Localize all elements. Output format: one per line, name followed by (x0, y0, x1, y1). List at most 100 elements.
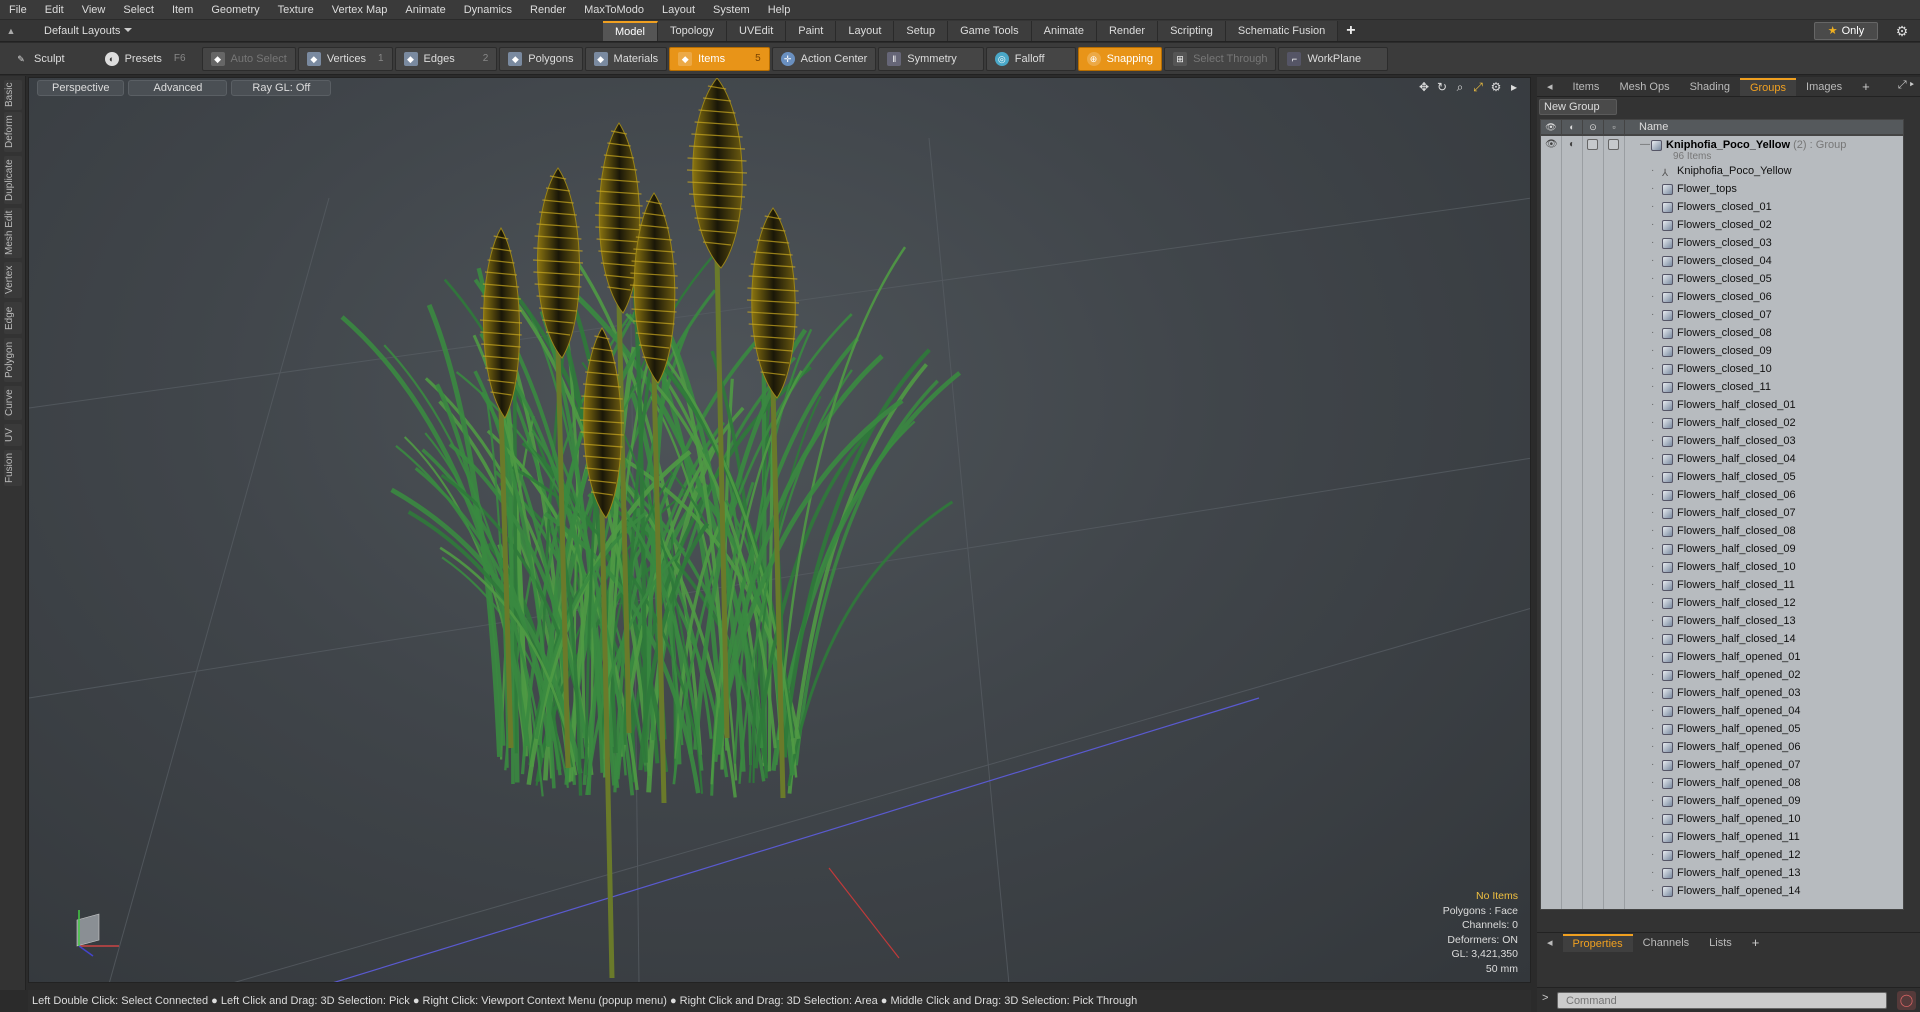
list-item[interactable]: · Flowers_closed_10 (1541, 360, 1903, 378)
menu-item[interactable]: Vertex Map (323, 0, 397, 20)
list-item[interactable]: · Flowers_closed_05 (1541, 270, 1903, 288)
polygons-button[interactable]: ◆ Polygons (499, 46, 583, 71)
group-row[interactable]: 👁 ◐ — Kniphofia_Poco_Yellow (2) : Group … (1541, 136, 1903, 162)
left-tab[interactable]: Fusion (4, 450, 22, 486)
list-item[interactable]: · Flowers_half_closed_01 (1541, 396, 1903, 414)
left-tab[interactable]: UV (4, 424, 22, 446)
list-item[interactable]: · Flowers_half_closed_14 (1541, 630, 1903, 648)
left-tab[interactable]: Mesh Edit (4, 208, 22, 258)
list-item[interactable]: · Flowers_half_opened_11 (1541, 828, 1903, 846)
menu-item[interactable]: File (0, 0, 36, 20)
left-tab[interactable]: Vertex (4, 262, 22, 298)
list-item[interactable]: · Flowers_half_opened_10 (1541, 810, 1903, 828)
locator-row[interactable]: · ⅄ Kniphofia_Poco_Yellow (1541, 162, 1903, 180)
list-item[interactable]: · Flowers_half_closed_13 (1541, 612, 1903, 630)
3d-viewport[interactable]: Perspective Advanced Ray GL: Off ✥ ↻ ⌕ ⤢… (28, 77, 1531, 983)
left-tab[interactable]: Basic (4, 80, 22, 110)
groups-list[interactable]: 👁 ◐ — Kniphofia_Poco_Yellow (2) : Group … (1540, 135, 1904, 910)
list-item[interactable]: · Flowers_half_opened_08 (1541, 774, 1903, 792)
add-tab-icon[interactable]: + (1338, 21, 1363, 41)
list-item[interactable]: · Flowers_half_closed_08 (1541, 522, 1903, 540)
new-group-button[interactable]: New Group (1539, 99, 1617, 115)
list-item[interactable]: · Flowers_half_closed_03 (1541, 432, 1903, 450)
name-column-header[interactable]: Name (1625, 121, 1668, 133)
menu-item[interactable]: Render (521, 0, 575, 20)
rotate-view-icon[interactable]: ↻ (1436, 80, 1448, 95)
mode-tab[interactable]: Setup (894, 21, 949, 41)
mode-tab[interactable]: Paint (786, 21, 837, 41)
list-item[interactable]: · Flowers_closed_02 (1541, 216, 1903, 234)
left-tab[interactable]: Curve (4, 386, 22, 420)
list-item[interactable]: · Flower_tops (1541, 180, 1903, 198)
list-item[interactable]: · Flowers_half_closed_11 (1541, 576, 1903, 594)
fit-view-icon[interactable]: ⤢ (1472, 80, 1484, 95)
mode-tab[interactable]: Topology (657, 21, 728, 41)
list-item[interactable]: · Flowers_half_opened_14 (1541, 882, 1903, 900)
list-item[interactable]: · Flowers_half_opened_07 (1541, 756, 1903, 774)
render-column-icon[interactable]: ◐ (1562, 120, 1583, 134)
menu-item[interactable]: View (73, 0, 115, 20)
menu-item[interactable]: Item (163, 0, 202, 20)
panel-tab[interactable]: Images (1796, 77, 1852, 97)
mode-tab[interactable]: Game Tools (948, 21, 1032, 41)
view-type-button[interactable]: Perspective (37, 80, 125, 96)
auto-select-button[interactable]: ◆ Auto Select (201, 46, 296, 71)
menu-item[interactable]: System (704, 0, 759, 20)
panel-tab[interactable]: Shading (1680, 77, 1740, 97)
render-toggle-icon[interactable]: ◐ (1566, 139, 1578, 151)
panel-collapse-icon[interactable]: ◂ (1537, 77, 1563, 97)
menu-item[interactable]: Dynamics (455, 0, 521, 20)
workplane-button[interactable]: ⌐ WorkPlane (1278, 46, 1389, 71)
list-item[interactable]: · Flowers_half_opened_01 (1541, 648, 1903, 666)
menu-item[interactable]: Texture (269, 0, 323, 20)
left-tab[interactable]: Duplicate (4, 156, 22, 204)
list-item[interactable]: · Flowers_closed_08 (1541, 324, 1903, 342)
mode-tab[interactable]: Render (1096, 21, 1159, 41)
mode-tab[interactable]: Layout (836, 21, 895, 41)
list-item[interactable]: · Flowers_half_closed_06 (1541, 486, 1903, 504)
symmetry-button[interactable]: ‖ Symmetry (878, 46, 984, 71)
gear-icon[interactable]: ⚙ (1892, 21, 1912, 41)
edges-button[interactable]: ◆ Edges 2 (394, 46, 498, 71)
panel-collapse-icon[interactable]: ◂ (1537, 933, 1563, 953)
select-checkbox[interactable] (1608, 139, 1619, 150)
layout-selector[interactable]: ▲ Default Layouts (4, 22, 144, 40)
shading-mode-button[interactable]: Advanced (128, 80, 228, 96)
list-item[interactable]: · Flowers_closed_11 (1541, 378, 1903, 396)
mode-tab[interactable]: UVEdit (727, 21, 787, 41)
add-tab-icon[interactable]: + (1742, 933, 1770, 953)
sculpt-button[interactable]: ✎ Sculpt (6, 47, 73, 71)
list-item[interactable]: · Flowers_closed_01 (1541, 198, 1903, 216)
snapping-button[interactable]: ⊕ Snapping (1077, 46, 1163, 71)
mode-tab[interactable]: Model (603, 21, 658, 41)
menu-item[interactable]: Edit (36, 0, 73, 20)
mode-tab[interactable]: Animate (1031, 21, 1097, 41)
eye-icon[interactable]: 👁 (1545, 139, 1558, 151)
collapse-toggle[interactable]: — (1640, 136, 1650, 154)
viewport-settings-icon[interactable]: ⚙ (1490, 80, 1502, 95)
viewport-expand-icon[interactable]: ▸ (1508, 80, 1520, 95)
list-item[interactable]: · Flowers_half_opened_09 (1541, 792, 1903, 810)
select-column-icon[interactable]: ▫ (1604, 120, 1625, 134)
menu-item[interactable]: MaxToModo (575, 0, 653, 20)
left-tab[interactable]: Deform (4, 112, 22, 152)
list-item[interactable]: · Flowers_half_closed_09 (1541, 540, 1903, 558)
panel-tab[interactable]: Channels (1633, 933, 1699, 953)
vertices-button[interactable]: ◆ Vertices 1 (297, 46, 393, 71)
items-button[interactable]: ◆ Items 5 (669, 46, 770, 71)
list-item[interactable]: · Flowers_half_opened_02 (1541, 666, 1903, 684)
list-item[interactable]: · Flowers_half_opened_05 (1541, 720, 1903, 738)
menu-item[interactable]: Select (114, 0, 163, 20)
panel-expand-icon[interactable]: ⤢ ▸ (1898, 79, 1914, 92)
menu-item[interactable]: Layout (653, 0, 704, 20)
panel-tab[interactable]: Lists (1699, 933, 1742, 953)
panel-tab[interactable]: Items (1563, 77, 1610, 97)
menu-item[interactable]: Help (759, 0, 800, 20)
only-button[interactable]: ★ Only (1814, 22, 1878, 40)
move-view-icon[interactable]: ✥ (1418, 80, 1430, 95)
presets-button[interactable]: ◐ Presets F6 (97, 47, 194, 71)
lock-checkbox[interactable] (1587, 139, 1598, 150)
list-item[interactable]: · Flowers_closed_07 (1541, 306, 1903, 324)
command-history-icon[interactable]: > (1542, 992, 1548, 1004)
menu-item[interactable]: Animate (396, 0, 454, 20)
